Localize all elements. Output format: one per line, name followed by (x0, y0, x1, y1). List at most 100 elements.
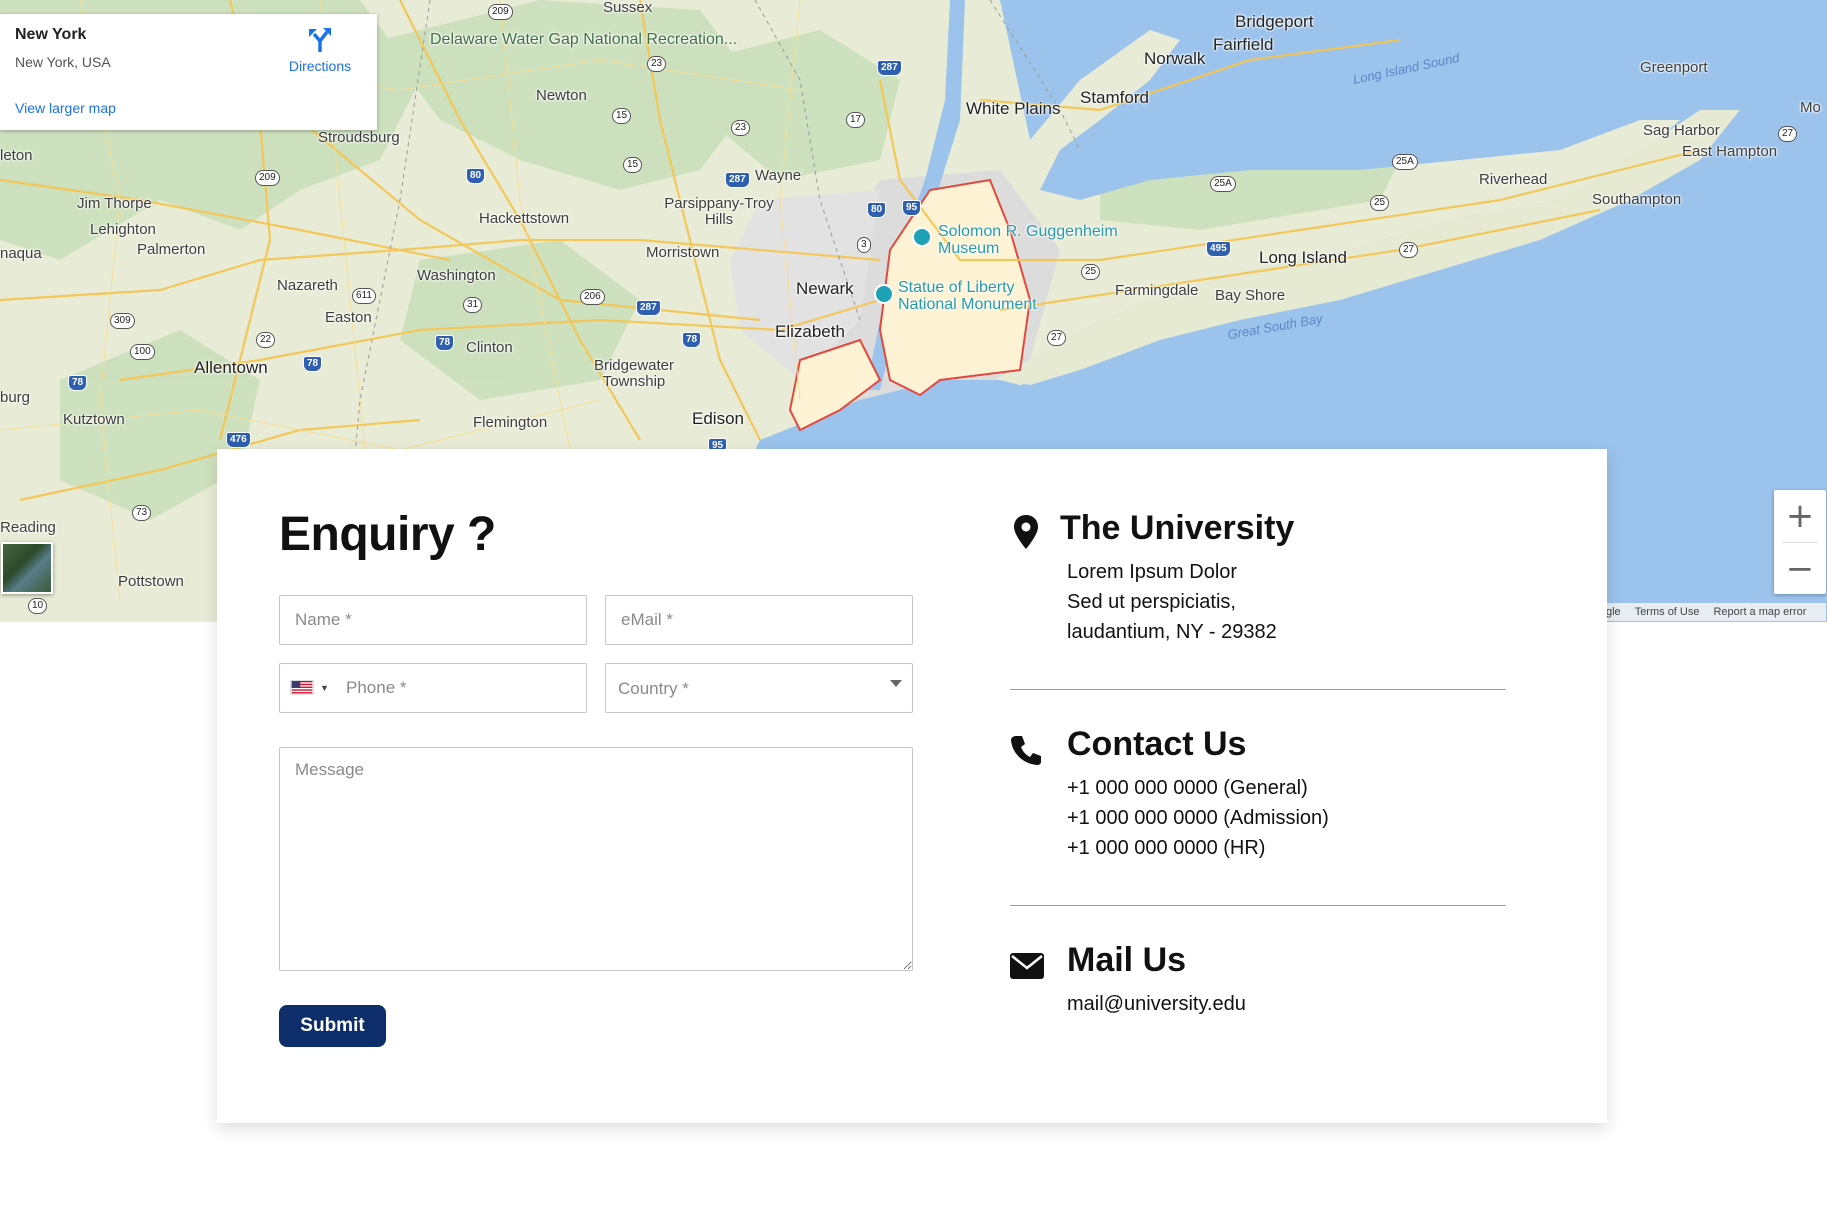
email-input[interactable] (605, 595, 913, 645)
route-shield: 78 (435, 335, 455, 351)
map-label: Flemington (473, 414, 548, 431)
map-label: Morristown (646, 244, 720, 261)
route-shield: 476 (226, 432, 251, 448)
envelope-icon (1010, 953, 1044, 979)
route-shield: 78 (682, 332, 702, 348)
route-shield: 73 (132, 505, 152, 521)
us-flag-icon (290, 680, 314, 695)
name-input[interactable] (279, 595, 587, 645)
map-label: Pottstown (118, 573, 184, 590)
message-textarea[interactable] (279, 747, 913, 971)
map-label: Norwalk (1144, 49, 1206, 68)
route-shield: 23 (647, 56, 667, 72)
phone-line[interactable]: +1 000 000 0000 (Admission) (1067, 803, 1329, 833)
map-label: Kutztown (63, 411, 125, 428)
map-label: Elizabeth (775, 322, 845, 341)
route-shield: 209 (488, 4, 513, 20)
route-shield: 25 (1081, 264, 1101, 280)
map-label: Southampton (1592, 191, 1682, 208)
map-place-card: New York New York, USA View larger map D… (0, 14, 377, 130)
route-shield: 287 (877, 60, 902, 76)
address-line: laudantium, NY - 29382 (1067, 621, 1277, 643)
phone-field: ▼ (279, 663, 587, 713)
route-shield: 17 (846, 112, 866, 128)
address-line: Sed ut perspiciatis, (1067, 591, 1236, 613)
route-shield: 10 (28, 598, 48, 614)
directions-label: Directions (288, 58, 352, 74)
university-title: The University (1060, 509, 1295, 547)
map-label: Bridgeport (1235, 12, 1314, 31)
museum-pin-icon[interactable] (912, 227, 932, 247)
route-shield: 80 (867, 202, 887, 218)
map-label: Newark (796, 279, 854, 298)
map-label: leton (0, 147, 33, 164)
map-label: Allentown (194, 358, 268, 377)
view-larger-map-link[interactable]: View larger map (15, 100, 116, 116)
map-label: Washington (417, 267, 496, 284)
map-label: Jim Thorpe (77, 195, 152, 212)
email-address[interactable]: mail@university.edu (1067, 989, 1246, 1019)
country-placeholder: Country * (618, 679, 689, 698)
map-label: Delaware Water Gap National Recreation..… (430, 31, 738, 48)
country-code-selector[interactable]: ▼ (290, 680, 329, 695)
route-shield: 80 (466, 168, 486, 184)
map-label: Statue of Liberty National Monument (898, 279, 1037, 313)
map-label: Bay Shore (1215, 287, 1286, 304)
map-label: Hackettstown (479, 210, 570, 227)
map-label: Lehighton (90, 221, 156, 238)
route-shield: 15 (612, 108, 632, 124)
map-label: Long Island (1259, 248, 1347, 267)
map-label: burg (0, 389, 31, 406)
country-select[interactable]: Country * (605, 663, 913, 713)
zoom-out-button[interactable]: − (1774, 543, 1826, 595)
route-shield: 25A (1210, 176, 1236, 192)
terms-of-use-link[interactable]: Terms of Use (1635, 606, 1700, 618)
map-label: Sussex (603, 0, 653, 16)
mail-title: Mail Us (1067, 941, 1187, 979)
map-footer: gle Terms of Use Report a map error (1600, 603, 1827, 621)
map-label: Solomon R. Guggenheim Museum (938, 223, 1118, 257)
route-shield: 287 (636, 300, 661, 316)
satellite-toggle[interactable] (1, 542, 53, 594)
route-shield: 27 (1399, 242, 1419, 258)
route-shield: 100 (130, 344, 155, 360)
map-label: Mo (1800, 99, 1821, 116)
directions-button[interactable]: Directions (284, 26, 356, 74)
route-shield: 287 (725, 172, 750, 188)
zoom-in-button[interactable]: + (1774, 490, 1826, 542)
map-label: East Hampton (1682, 143, 1778, 160)
monument-pin-icon[interactable] (874, 284, 894, 304)
map-label: Riverhead (1479, 171, 1548, 188)
phone-input[interactable] (346, 664, 584, 712)
section-divider (1010, 689, 1506, 690)
report-map-error-link[interactable]: Report a map error (1713, 606, 1806, 618)
phone-line[interactable]: +1 000 000 0000 (HR) (1067, 833, 1329, 863)
map-label: Palmerton (137, 241, 206, 258)
mail-section: Mail Us mail@university.edu (1010, 941, 1510, 1027)
route-shield: 495 (1206, 241, 1231, 257)
map-label: Newton (536, 87, 587, 104)
map-label: Stroudsburg (318, 129, 400, 146)
submit-button[interactable]: Submit (279, 1005, 386, 1047)
route-shield: 25A (1392, 154, 1418, 170)
directions-icon (309, 28, 331, 52)
map-label: Fairfield (1213, 35, 1274, 54)
route-shield: 15 (623, 157, 643, 173)
map-label: Wayne (755, 167, 802, 184)
map-label: Clinton (466, 339, 513, 356)
map-label: Reading (0, 519, 56, 536)
phone-line[interactable]: +1 000 000 0000 (General) (1067, 773, 1329, 803)
mail-lines: mail@university.edu (1067, 989, 1246, 1019)
enquiry-title: Enquiry ? (279, 508, 496, 561)
map-label: Farmingdale (1115, 282, 1199, 299)
route-shield: 95 (902, 200, 922, 216)
map-label: Stamford (1080, 88, 1149, 107)
contact-section: Contact Us +1 000 000 0000 (General) +1 … (1010, 725, 1510, 881)
route-shield: 309 (110, 313, 135, 329)
route-shield: 78 (303, 356, 323, 372)
route-shield: 31 (463, 297, 483, 313)
map-label: Parsippany-Troy Hills (664, 195, 774, 228)
university-address: Lorem Ipsum Dolor Sed ut perspiciatis, l… (1067, 557, 1277, 647)
map-label: naqua (0, 245, 42, 262)
route-shield: 78 (68, 375, 88, 391)
